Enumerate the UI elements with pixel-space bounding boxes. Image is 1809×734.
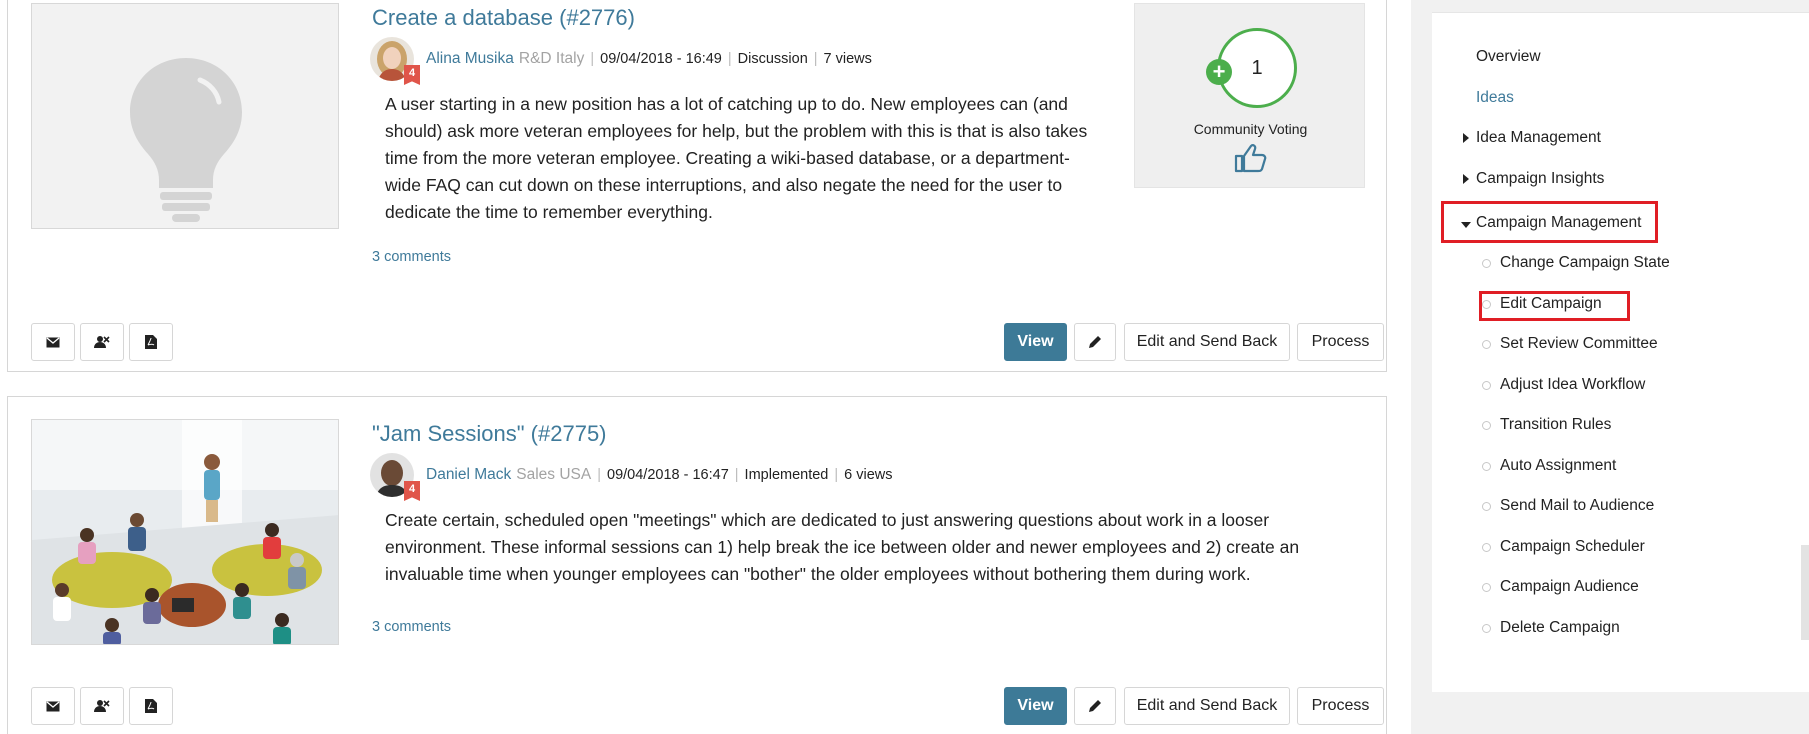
- level-badge: 4: [404, 481, 420, 501]
- submenu-auto-assignment[interactable]: Auto Assignment: [1500, 457, 1616, 475]
- pdf-icon: [145, 699, 157, 713]
- idea-status: Discussion: [737, 51, 808, 67]
- idea-date: 09/04/2018 - 16:47: [607, 467, 729, 483]
- bullet-icon: [1482, 259, 1491, 268]
- submenu-campaign-scheduler[interactable]: Campaign Scheduler: [1500, 538, 1645, 556]
- idea-title[interactable]: Create a database (#2776): [372, 5, 635, 31]
- view-button[interactable]: View: [1004, 323, 1067, 361]
- bullet-icon: [1482, 543, 1491, 552]
- process-button[interactable]: Process: [1297, 323, 1384, 361]
- remove-user-button[interactable]: [80, 323, 124, 361]
- edit-and-send-back-button[interactable]: Edit and Send Back: [1124, 323, 1290, 361]
- edit-button[interactable]: [1074, 687, 1116, 725]
- idea-card: Create a database (#2776) 4 Alina Musika…: [7, 0, 1387, 372]
- email-button[interactable]: [31, 323, 75, 361]
- author-department: R&D Italy: [518, 50, 585, 67]
- submenu-delete-campaign[interactable]: Delete Campaign: [1500, 619, 1620, 637]
- idea-description: Create certain, scheduled open "meetings…: [385, 510, 1300, 584]
- user-remove-icon: [94, 336, 110, 348]
- comments-link[interactable]: 3 comments: [372, 249, 451, 265]
- idea-status: Implemented: [744, 467, 829, 483]
- submenu-set-review-committee[interactable]: Set Review Committee: [1500, 335, 1658, 353]
- meta-separator: |: [727, 51, 732, 67]
- pdf-export-button[interactable]: [129, 323, 173, 361]
- meta-separator: |: [813, 51, 818, 67]
- submenu-change-campaign-state[interactable]: Change Campaign State: [1500, 254, 1670, 272]
- submenu-send-mail-to-audience[interactable]: Send Mail to Audience: [1500, 497, 1654, 515]
- author-name[interactable]: Alina Musika: [426, 50, 514, 68]
- bullet-icon: [1482, 381, 1491, 390]
- bullet-icon: [1482, 583, 1491, 592]
- idea-meta: 4 Alina Musika R&D Italy | 09/04/2018 - …: [370, 35, 872, 85]
- user-remove-icon: [94, 700, 110, 712]
- caret-right-icon[interactable]: [1463, 133, 1469, 143]
- mail-icon: [46, 337, 60, 347]
- avatar[interactable]: 4: [370, 37, 420, 85]
- sidebar-item-overview[interactable]: Overview: [1476, 48, 1541, 66]
- submenu-adjust-idea-workflow[interactable]: Adjust Idea Workflow: [1500, 376, 1645, 394]
- pdf-icon: [145, 335, 157, 349]
- pencil-icon: [1089, 336, 1101, 348]
- idea-actions: View Edit and Send Back Process: [31, 687, 1384, 725]
- idea-actions: View Edit and Send Back Process: [31, 323, 1384, 361]
- bullet-icon: [1482, 624, 1491, 633]
- author-name[interactable]: Daniel Mack: [426, 466, 511, 484]
- process-button[interactable]: Process: [1297, 687, 1384, 725]
- edit-and-send-back-button[interactable]: Edit and Send Back: [1124, 687, 1290, 725]
- sidebar-item-campaign-insights[interactable]: Campaign Insights: [1476, 170, 1604, 188]
- comments-link[interactable]: 3 comments: [372, 619, 451, 635]
- community-voting-box: 1 + Community Voting: [1134, 3, 1365, 188]
- submenu-transition-rules[interactable]: Transition Rules: [1500, 416, 1611, 434]
- idea-title[interactable]: "Jam Sessions" (#2775): [372, 421, 607, 447]
- pdf-export-button[interactable]: [129, 687, 173, 725]
- vote-label: Community Voting: [1193, 121, 1308, 137]
- campaign-sidebar: Overview Ideas Idea Management Campaign …: [1432, 12, 1809, 692]
- bullet-icon: [1482, 340, 1491, 349]
- bullet-icon: [1482, 502, 1491, 511]
- bullet-icon: [1482, 462, 1491, 471]
- caret-right-icon[interactable]: [1463, 174, 1469, 184]
- lightbulb-icon: [130, 58, 242, 222]
- email-button[interactable]: [31, 687, 75, 725]
- sidebar-item-ideas[interactable]: Ideas: [1476, 89, 1514, 107]
- author-department: Sales USA: [516, 466, 592, 483]
- idea-thumbnail[interactable]: [31, 3, 339, 229]
- meeting-photo: [32, 420, 338, 644]
- level-badge: 4: [404, 65, 420, 85]
- view-button[interactable]: View: [1004, 687, 1067, 725]
- meta-separator: |: [590, 51, 595, 67]
- idea-date: 09/04/2018 - 16:49: [600, 51, 722, 67]
- vote-plus-icon[interactable]: +: [1206, 59, 1232, 85]
- submenu-campaign-audience[interactable]: Campaign Audience: [1500, 578, 1639, 596]
- mail-icon: [46, 701, 60, 711]
- idea-thumbnail[interactable]: [31, 419, 339, 645]
- pencil-icon: [1089, 700, 1101, 712]
- idea-meta: 4 Daniel Mack Sales USA | 09/04/2018 - 1…: [370, 451, 893, 501]
- meta-separator: |: [834, 467, 839, 483]
- idea-views: 7 views: [823, 51, 872, 67]
- bullet-icon: [1482, 421, 1491, 430]
- thumbs-up-icon[interactable]: [1233, 143, 1267, 173]
- meta-separator: |: [734, 467, 739, 483]
- highlight-box: [1441, 201, 1658, 243]
- idea-card: "Jam Sessions" (#2775) 4 Daniel Mack Sal…: [7, 396, 1387, 734]
- sidebar-item-idea-management[interactable]: Idea Management: [1476, 129, 1601, 147]
- page: Create a database (#2776) 4 Alina Musika…: [0, 0, 1809, 734]
- meta-separator: |: [597, 467, 602, 483]
- avatar[interactable]: 4: [370, 453, 420, 501]
- idea-views: 6 views: [844, 467, 893, 483]
- scroll-edge: [1801, 545, 1809, 640]
- edit-button[interactable]: [1074, 323, 1116, 361]
- idea-description: A user starting in a new position has a …: [385, 94, 1088, 222]
- remove-user-button[interactable]: [80, 687, 124, 725]
- highlight-box: [1479, 291, 1630, 321]
